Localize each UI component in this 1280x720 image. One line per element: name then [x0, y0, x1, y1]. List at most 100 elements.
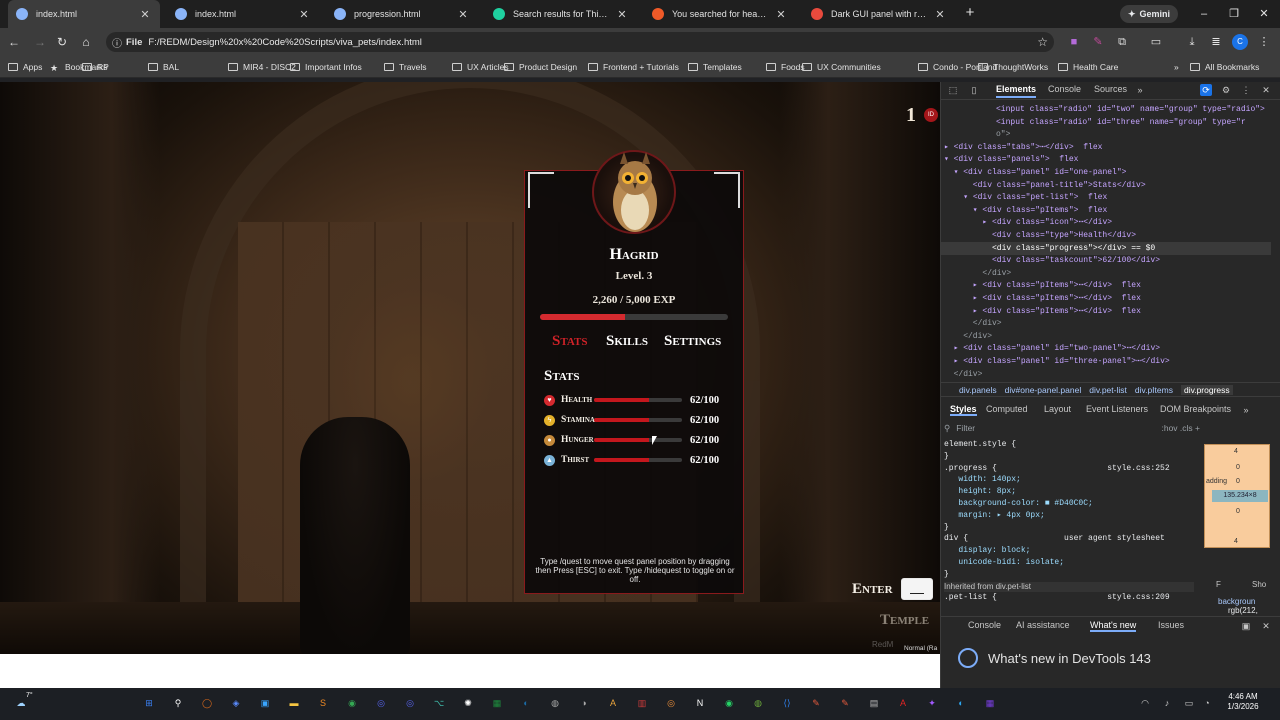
breadcrumb-item[interactable]: div.pItems — [1135, 385, 1173, 395]
close-devtools-icon[interactable]: ✕ — [1260, 84, 1272, 96]
dom-node-line[interactable]: <div class="progress"></div> == $0 — [944, 243, 1155, 256]
css-line[interactable]: .progress { style.css:252 — [944, 464, 1170, 474]
styles-tab[interactable]: Layout — [1044, 404, 1071, 414]
file-explorer-icon[interactable]: ▬ — [285, 694, 303, 712]
drawer-tab-whats-new[interactable]: What's new — [1090, 620, 1137, 632]
tool-icon[interactable]: ◑ — [575, 694, 593, 712]
css-line[interactable]: width: 140px; — [944, 475, 1020, 485]
sublime-icon[interactable]: S — [314, 694, 332, 712]
browser-tab[interactable]: You searched for health - Craftwork ✕ — [644, 0, 796, 28]
vscode-icon[interactable]: ⟨⟩ — [778, 694, 796, 712]
dom-node-line[interactable]: </div> — [944, 318, 1002, 331]
dom-node-line[interactable]: <div class="taskcount">62/100</div> — [944, 255, 1160, 268]
maps-icon[interactable]: A — [604, 694, 622, 712]
styles-tab[interactable]: Styles — [950, 404, 977, 416]
close-drawer-icon[interactable]: ✕ — [1260, 620, 1272, 632]
address-bar[interactable]: ⓘ File F:/REDM/Design%20x%20Code%20Scrip… — [106, 32, 1054, 52]
device-toolbar-icon[interactable]: ▯ — [968, 84, 980, 96]
bookmark-item[interactable]: ThoughtWorks — [978, 60, 1048, 74]
notion-icon[interactable]: N — [691, 694, 709, 712]
styles-tab[interactable]: DOM Breakpoints — [1160, 404, 1231, 414]
css-line[interactable]: } — [944, 570, 949, 580]
browser-tab[interactable]: index.html ✕ — [167, 0, 319, 28]
more-tabs-icon[interactable]: » — [1134, 84, 1146, 96]
css-line[interactable]: unicode-bidi: isolate; — [944, 558, 1064, 568]
figma-icon[interactable]: ✦ — [923, 694, 941, 712]
all-bookmarks-link[interactable]: All Bookmarks — [1190, 60, 1259, 74]
bookmark-item[interactable]: Apps — [8, 60, 42, 74]
bookmarks-overflow-icon[interactable]: » — [1174, 60, 1179, 74]
browser-tab[interactable]: Dark GUI panel with red HEALTH ✕ — [803, 0, 955, 28]
bookmark-item[interactable]: Templates — [688, 60, 742, 74]
wifi-icon[interactable]: ◠ — [1136, 694, 1154, 712]
download-icon[interactable]: ⤓ — [1184, 34, 1200, 50]
edge-icon[interactable]: ◐ — [952, 694, 970, 712]
dom-node-line[interactable]: ▸ <div class="pItems">⋯</div> flex — [944, 280, 1141, 293]
filter-tools[interactable]: :hov .cls + — [1161, 423, 1200, 433]
steam-icon[interactable]: ◐ — [517, 694, 535, 712]
dom-node-line[interactable]: <div class="type">Health</div> — [944, 230, 1136, 243]
tab-stats[interactable]: Stats — [552, 333, 587, 350]
dom-node-line[interactable]: </div> — [944, 331, 992, 344]
settings-gear-icon[interactable]: ⚙ — [1220, 84, 1232, 96]
tray-icon[interactable]: ◔ — [1198, 694, 1216, 712]
bookmark-item[interactable]: Frontend + Tutorials — [588, 60, 679, 74]
discord-icon[interactable]: ◎ — [401, 694, 419, 712]
dom-node-line[interactable]: ▾ <div class="pItems"> flex — [944, 205, 1107, 218]
ring-icon[interactable]: ◎ — [662, 694, 680, 712]
system-clock[interactable]: 4:46 AM 1/3/2026 — [1218, 692, 1268, 712]
battery-icon[interactable]: ▭ — [1180, 694, 1198, 712]
dom-node-line[interactable]: <div class="panel-title">Stats</div> — [944, 180, 1146, 193]
url-text[interactable]: F:/REDM/Design%20x%20Code%20Scripts/viva… — [148, 37, 422, 48]
dock-icon[interactable]: ▣ — [1240, 620, 1252, 632]
bookmark-item[interactable]: Health Care — [1058, 60, 1118, 74]
close-tab-icon[interactable]: ✕ — [297, 8, 311, 21]
extensions-puzzle-icon[interactable]: ⧉ — [1114, 34, 1130, 50]
dom-node-line[interactable]: <input class="radio" id="three" name="gr… — [996, 117, 1246, 130]
home-icon[interactable]: ⌂ — [78, 34, 94, 50]
menu-icon[interactable]: ⋮ — [1256, 34, 1272, 50]
whatsapp-icon[interactable]: ◉ — [720, 694, 738, 712]
dom-node-line[interactable]: ▾ <div class="pet-list"> flex — [944, 192, 1107, 205]
git-icon[interactable]: ⌥ — [430, 694, 448, 712]
maximize-icon[interactable]: ❐ — [1226, 6, 1242, 22]
openai-icon[interactable]: ✺ — [459, 694, 477, 712]
acrobat-icon[interactable]: A — [894, 694, 912, 712]
bookmark-item[interactable]: Foods — [766, 60, 805, 74]
bookmark-item[interactable]: BAL — [148, 60, 179, 74]
minimize-icon[interactable]: – — [1196, 6, 1212, 22]
forward-icon[interactable]: → — [32, 34, 48, 50]
bookmark-item[interactable]: Travels — [384, 60, 427, 74]
breadcrumb-item[interactable]: div.progress — [1180, 384, 1233, 395]
browser-tab[interactable]: Search results for Thirst - Flaticon ✕ — [485, 0, 637, 28]
filter-input[interactable]: Filter — [956, 423, 1161, 433]
css-line[interactable]: .pet-list { style.css:209 — [944, 593, 1170, 603]
css-line[interactable]: } — [944, 452, 949, 462]
app-icon[interactable]: ▦ — [981, 694, 999, 712]
close-tab-icon[interactable]: ✕ — [774, 8, 788, 21]
dom-node-line[interactable]: </div> — [944, 369, 983, 382]
extension-icon[interactable]: ✎ — [1090, 34, 1106, 50]
close-tab-icon[interactable]: ✕ — [615, 8, 629, 21]
breadcrumb-item[interactable]: div.panels — [959, 385, 997, 395]
tab-sources[interactable]: Sources — [1094, 84, 1127, 94]
dom-node-line[interactable]: ▸ <div class="icon">⋯</div> — [944, 217, 1112, 230]
dom-node-line[interactable]: o"> — [996, 129, 1010, 142]
reload-icon[interactable]: ↻ — [54, 34, 70, 50]
devtools-menu-icon[interactable]: ⋮ — [1240, 84, 1252, 96]
gemini-button[interactable]: ✦ Gemini — [1120, 5, 1179, 23]
app-icon[interactable]: ◯ — [198, 694, 216, 712]
dom-node-line[interactable]: </div> — [944, 268, 1011, 281]
dom-node-line[interactable]: <input class="radio" id="two" name="grou… — [996, 104, 1265, 117]
drawer-tab-ai[interactable]: AI assistance — [1016, 620, 1070, 630]
chrome-icon[interactable]: ◉ — [343, 694, 361, 712]
styles-tab[interactable]: Event Listeners — [1086, 404, 1148, 414]
terminal-icon[interactable]: ▤ — [865, 694, 883, 712]
discord-icon[interactable]: ◎ — [372, 694, 390, 712]
drawer-tab-console[interactable]: Console — [968, 620, 1001, 630]
dom-node-line[interactable]: ▸ <div class="pItems">⋯</div> flex — [944, 293, 1141, 306]
browser-tab[interactable]: progression.html ✕ — [326, 0, 478, 28]
bookmark-item[interactable]: Important Infos — [290, 60, 362, 74]
close-tab-icon[interactable]: ✕ — [138, 8, 152, 21]
drawer-tab-issues[interactable]: Issues — [1158, 620, 1184, 630]
